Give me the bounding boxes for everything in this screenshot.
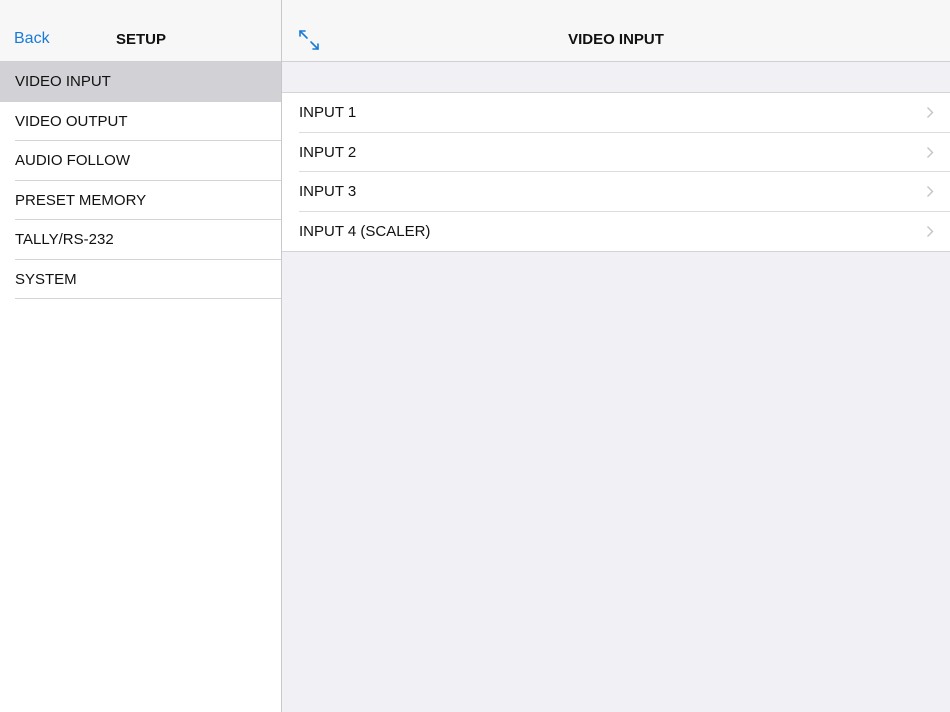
list-item-input-2[interactable]: INPUT 2 [282,133,950,173]
sidebar-item-tally-rs232[interactable]: TALLY/RS-232 [0,220,282,260]
list-item-input-4-scaler[interactable]: INPUT 4 (SCALER) [282,212,950,252]
sidebar-header: Back SETUP [0,0,282,62]
sidebar-item-system[interactable]: SYSTEM [0,260,282,300]
list-item-input-1[interactable]: INPUT 1 [282,93,950,133]
input-list: INPUT 1 INPUT 2 INPUT 3 INPUT 4 (SCALER) [282,92,950,252]
sidebar: Back SETUP VIDEO INPUT VIDEO OUTPUT AUDI… [0,0,282,712]
sidebar-list: VIDEO INPUT VIDEO OUTPUT AUDIO FOLLOW PR… [0,62,282,299]
chevron-right-icon [927,186,934,197]
sidebar-item-video-input[interactable]: VIDEO INPUT [0,62,282,102]
list-item-label: INPUT 4 (SCALER) [299,222,431,240]
detail-header: VIDEO INPUT [282,0,950,62]
detail-title: VIDEO INPUT [568,31,664,48]
detail-pane: VIDEO INPUT INPUT 1 INPUT 2 INPUT 3 INPU… [282,0,950,712]
sidebar-item-video-output[interactable]: VIDEO OUTPUT [0,102,282,142]
list-item-label: INPUT 1 [299,104,357,121]
app-window: Back SETUP VIDEO INPUT VIDEO OUTPUT AUDI… [0,0,950,712]
sidebar-item-preset-memory[interactable]: PRESET MEMORY [0,181,282,221]
chevron-right-icon [927,146,934,158]
chevron-right-icon [927,107,934,118]
list-item-label: INPUT 3 [299,183,357,200]
sidebar-title: SETUP [115,31,166,48]
list-item-label: INPUT 2 [299,143,357,161]
list-item-input-3[interactable]: INPUT 3 [282,172,950,212]
sidebar-item-audio-follow[interactable]: AUDIO FOLLOW [0,141,282,181]
chevron-right-icon [927,225,934,237]
